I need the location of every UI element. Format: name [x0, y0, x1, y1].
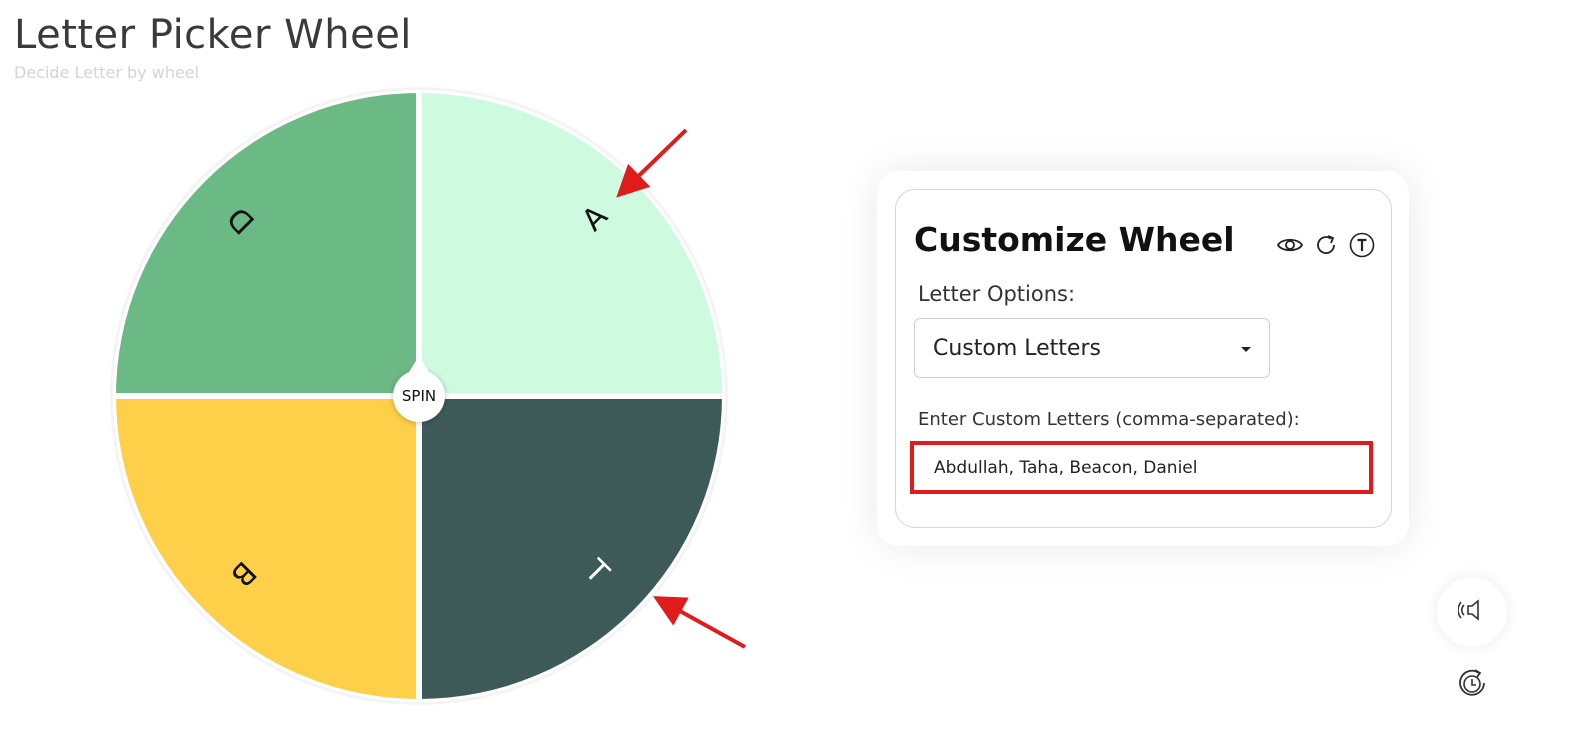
sound-icon [1457, 598, 1486, 626]
customize-panel: Customize Wheel Letter Options: Custom L… [895, 189, 1392, 528]
chevron-down-icon [1241, 347, 1251, 352]
eye-icon[interactable] [1277, 232, 1303, 258]
letter-options-value: Custom Letters [933, 335, 1101, 361]
spin-label: SPIN [401, 387, 437, 405]
letter-options-label: Letter Options: [918, 282, 1076, 306]
wheel-segment-b [116, 396, 419, 699]
custom-letters-input[interactable] [910, 441, 1373, 494]
page-title: Letter Picker Wheel [14, 12, 412, 58]
history-icon [1453, 664, 1491, 706]
wheel-segment-d [116, 93, 419, 396]
refresh-icon[interactable] [1313, 232, 1339, 258]
picker-wheel[interactable]: ATBD SPIN [110, 87, 728, 705]
panel-title: Customize Wheel [914, 220, 1235, 259]
wheel-segment-t [419, 396, 722, 699]
custom-letters-label: Enter Custom Letters (comma-separated): [918, 409, 1300, 430]
wheel-segment-a [419, 93, 722, 396]
text-toggle-icon[interactable] [1349, 232, 1375, 258]
history-button[interactable] [1437, 650, 1507, 720]
spin-button[interactable]: SPIN [393, 356, 445, 422]
page-subtitle: Decide Letter by wheel [14, 63, 200, 82]
letter-options-select[interactable]: Custom Letters [914, 318, 1270, 378]
sound-button[interactable] [1437, 577, 1507, 647]
